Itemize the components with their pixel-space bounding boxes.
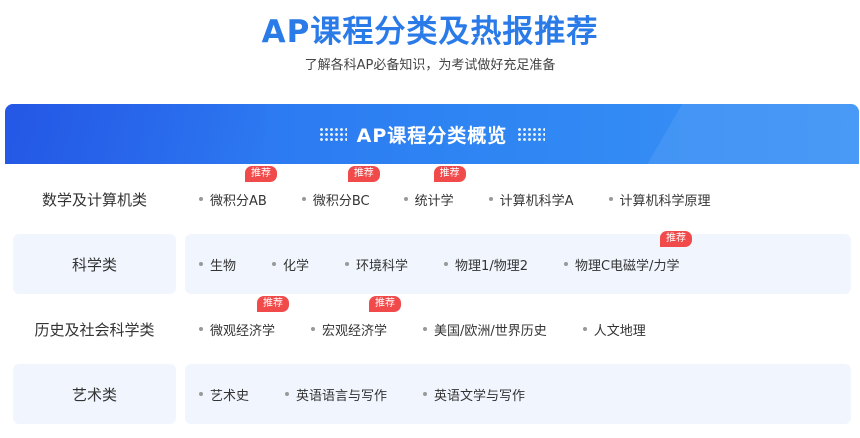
course-label: 环境科学 [356, 258, 409, 274]
category-row-science: 科学类 生物 化学 环境科学 物理1/物理2 物理C电磁学/力学 推荐 [13, 230, 851, 294]
page-title: AP课程分类及热报推荐 [261, 14, 599, 50]
course-physics-c[interactable]: 物理C电磁学/力学 推荐 [563, 230, 692, 274]
bullet-icon [285, 392, 290, 396]
course-label: 宏观经济学 [322, 323, 388, 339]
category-label: 历史及社会科学类 [34, 320, 155, 339]
course-label: 统计学 [414, 193, 454, 209]
course-chemistry[interactable]: 化学 [272, 255, 309, 274]
course-human-geography[interactable]: 人文地理 [582, 320, 646, 339]
bullet-icon [199, 392, 203, 396]
course-label: 计算机科学原理 [619, 193, 711, 209]
category-label: 科学类 [13, 234, 176, 294]
course-english-literature[interactable]: 英语文学与写作 [423, 385, 525, 404]
course-macroeconomics[interactable]: 宏观经济学 推荐 [311, 295, 402, 339]
course-label: 物理1/物理2 [455, 258, 528, 274]
course-english-language[interactable]: 英语语言与写作 [285, 385, 387, 404]
course-list: 艺术史 英语语言与写作 英语文学与写作 [185, 364, 851, 424]
course-label: 微积分AB [210, 193, 267, 209]
course-statistics[interactable]: 统计学 推荐 [403, 165, 466, 209]
course-microeconomics[interactable]: 微观经济学 推荐 [199, 295, 289, 339]
course-list: 微观经济学 推荐 宏观经济学 推荐 美国/欧洲/世界历史 人文地理 [185, 295, 851, 359]
course-calculus-ab[interactable]: 微积分AB 推荐 [199, 165, 277, 209]
bullet-icon [301, 197, 306, 201]
bullet-icon [272, 262, 277, 266]
recommend-badge: 推荐 [433, 165, 466, 182]
bullet-icon [488, 197, 493, 201]
bullet-icon [423, 392, 428, 396]
bullet-icon [345, 262, 350, 266]
recommend-badge: 推荐 [369, 295, 402, 312]
course-cs-principles[interactable]: 计算机科学原理 [608, 190, 711, 209]
recommend-badge: 推荐 [347, 165, 380, 182]
course-cs-a[interactable]: 计算机科学A [488, 190, 574, 209]
course-list: 生物 化学 环境科学 物理1/物理2 物理C电磁学/力学 推荐 [185, 230, 851, 294]
course-list: 微积分AB 推荐 微积分BC 推荐 统计学 推荐 计算机科学A 计算机科学原理 [185, 165, 851, 229]
bullet-icon [582, 327, 587, 331]
category-label: 艺术类 [13, 364, 176, 424]
dots-decoration-icon [318, 127, 347, 141]
course-label: 美国/欧洲/世界历史 [434, 323, 547, 339]
overview-banner: AP课程分类概览 [5, 104, 859, 164]
recommend-badge: 推荐 [245, 165, 277, 182]
course-physics-1-2[interactable]: 物理1/物理2 [444, 255, 528, 274]
category-label: 数学及计算机类 [41, 190, 147, 209]
course-label: 生物 [210, 258, 237, 274]
bullet-icon [403, 197, 408, 201]
course-label: 物理C电磁学/力学 [574, 258, 680, 274]
bullet-icon [311, 327, 316, 331]
bullet-icon [608, 197, 613, 201]
dots-decoration-icon [517, 127, 546, 141]
course-label: 英语语言与写作 [296, 388, 388, 404]
bullet-icon [199, 197, 203, 201]
bullet-icon [199, 262, 203, 266]
course-biology[interactable]: 生物 [199, 255, 236, 274]
recommend-badge: 推荐 [659, 230, 692, 247]
course-environmental-science[interactable]: 环境科学 [345, 255, 408, 274]
course-history[interactable]: 美国/欧洲/世界历史 [423, 320, 547, 339]
bullet-icon [444, 262, 449, 266]
course-label: 艺术史 [210, 388, 250, 404]
course-label: 微积分BC [312, 193, 370, 209]
banner-title: AP课程分类概览 [356, 124, 508, 147]
page-subtitle: 了解各科AP必备知识，为考试做好充足准备 [304, 58, 556, 73]
bullet-icon [563, 262, 568, 266]
category-row-arts: 艺术类 艺术史 英语语言与写作 英语文学与写作 [13, 364, 851, 424]
recommend-badge: 推荐 [257, 295, 289, 312]
course-art-history[interactable]: 艺术史 [199, 385, 249, 404]
course-overview-panel: AP课程分类概览 数学及计算机类 微积分AB 推荐 微积分BC 推荐 统计学 推… [5, 104, 859, 438]
course-label: 化学 [283, 258, 310, 274]
course-label: 计算机科学A [499, 193, 574, 209]
category-row-history-social: 历史及社会科学类 微观经济学 推荐 宏观经济学 推荐 美国/欧洲/世界历史 人文… [13, 295, 851, 359]
course-label: 微观经济学 [210, 323, 276, 339]
bullet-icon [199, 327, 203, 331]
bullet-icon [423, 327, 428, 331]
course-label: 人文地理 [593, 323, 646, 339]
course-label: 英语文学与写作 [434, 388, 526, 404]
course-calculus-bc[interactable]: 微积分BC 推荐 [301, 165, 380, 209]
category-row-math: 数学及计算机类 微积分AB 推荐 微积分BC 推荐 统计学 推荐 计算机科学A [13, 165, 851, 229]
